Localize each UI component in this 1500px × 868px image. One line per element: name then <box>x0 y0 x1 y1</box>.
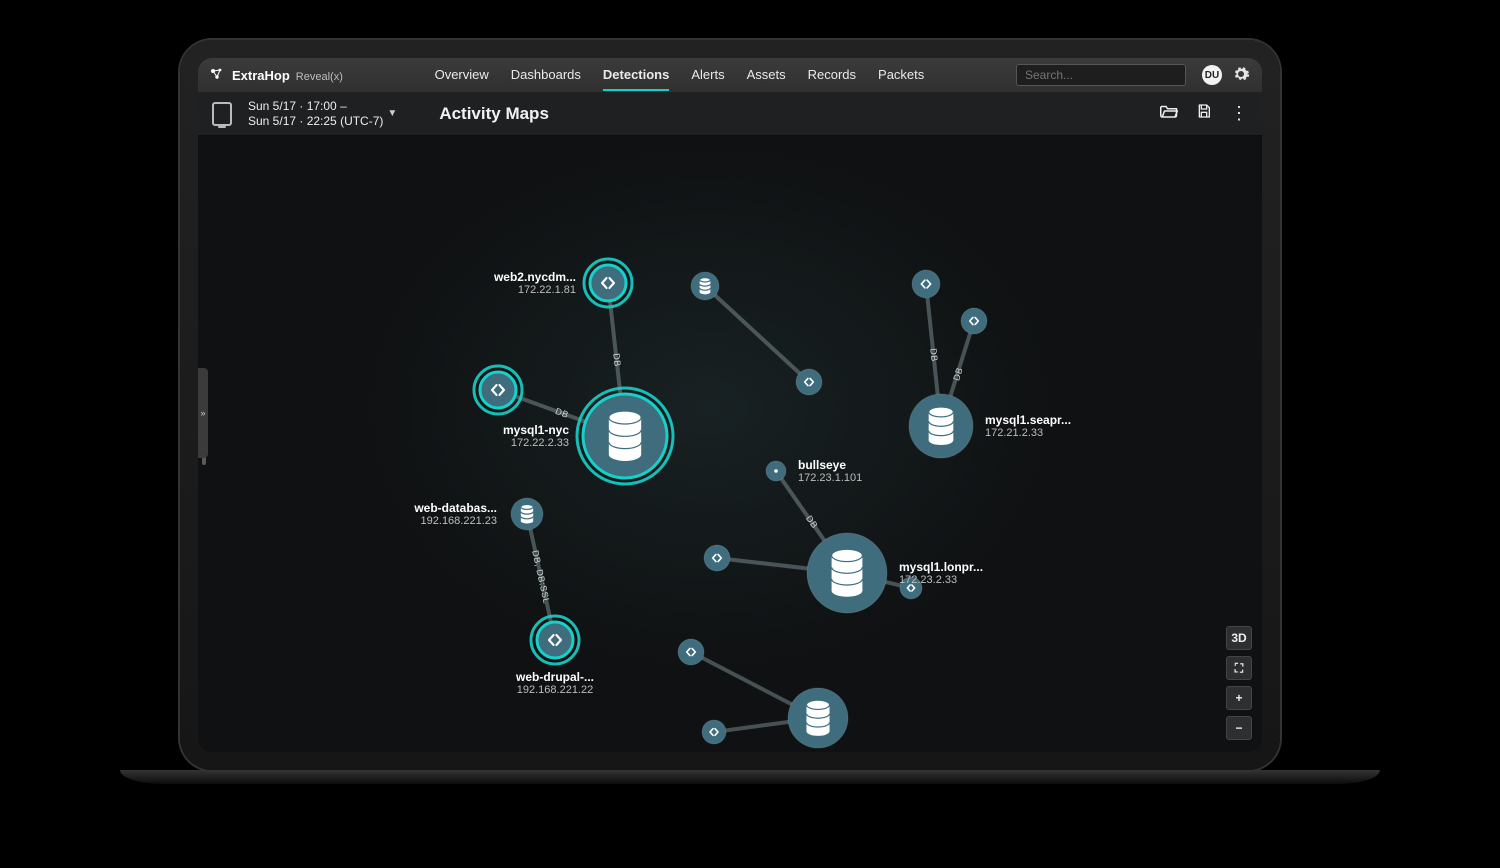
time-range-picker[interactable]: Sun 5/17 · 17:00 – Sun 5/17 · 22:25 (UTC… <box>248 99 397 128</box>
node-label-mysql1-lon: mysql1.lonpr...172.23.2.33 <box>899 560 983 586</box>
brand: ExtraHop Reveal(x) <box>210 68 343 83</box>
database-icon <box>609 411 641 461</box>
node-sea-c2[interactable] <box>961 308 987 334</box>
zoom-in-button[interactable]: + <box>1226 686 1252 710</box>
node-web2[interactable] <box>584 259 632 307</box>
brand-name: ExtraHop <box>232 68 290 83</box>
top-nav: ExtraHop Reveal(x) Overview Dashboards Det… <box>198 58 1262 92</box>
node-mysql1-sea[interactable] <box>909 394 973 458</box>
edge-label: DB <box>928 348 939 362</box>
user-badge[interactable]: DU <box>1202 65 1222 85</box>
node-sea-c1[interactable] <box>912 270 940 298</box>
time-range-line2: Sun 5/17 · 22:25 (UTC-7) <box>248 114 383 128</box>
activity-map-canvas[interactable]: » DBDBDB, DB:SSLDBDBDBmysql1-nyc172.22.2… <box>198 136 1262 752</box>
nav-detections[interactable]: Detections <box>603 59 669 91</box>
node-m1-c2[interactable] <box>702 720 726 744</box>
node-mysql1-nyc[interactable] <box>577 388 673 484</box>
gear-icon[interactable] <box>1232 65 1250 86</box>
brand-product: Reveal(x) <box>296 71 343 83</box>
node-label-mysql1-sea: mysql1.seapr...172.21.2.33 <box>985 413 1071 439</box>
node-bullseye[interactable] <box>766 461 786 481</box>
node-label-web-db: web-databas...192.168.221.23 <box>414 501 505 527</box>
zoom-out-button[interactable]: − <box>1226 716 1252 740</box>
open-folder-icon[interactable] <box>1160 103 1178 124</box>
node-label-web2: web2.nycdm...172.22.1.81 <box>494 270 584 296</box>
laptop-frame: ExtraHop Reveal(x) Overview Dashboards Det… <box>180 40 1280 770</box>
database-icon <box>521 504 533 523</box>
fullscreen-button[interactable]: ⛶ <box>1226 656 1252 680</box>
dot-icon <box>774 469 778 473</box>
graph-svg <box>198 136 1262 752</box>
database-icon <box>806 700 829 736</box>
time-range-line1: Sun 5/17 · 17:00 – <box>248 99 383 113</box>
edge-label: DB <box>611 352 622 367</box>
node-m1-c1[interactable] <box>678 639 704 665</box>
node-code-mid[interactable] <box>796 369 822 395</box>
node-mysql1-lon[interactable] <box>807 533 887 613</box>
appliance-icon[interactable] <box>212 102 232 126</box>
node-code-a[interactable] <box>474 366 522 414</box>
nav-assets[interactable]: Assets <box>747 59 786 91</box>
database-icon <box>832 549 863 597</box>
nav-packets[interactable]: Packets <box>878 59 924 91</box>
app-screen: ExtraHop Reveal(x) Overview Dashboards Det… <box>198 58 1262 752</box>
node-web-db[interactable] <box>511 498 543 530</box>
page-title: Activity Maps <box>439 104 549 124</box>
brand-logo-icon <box>210 68 226 80</box>
node-mysql1[interactable] <box>788 688 848 748</box>
search-input[interactable] <box>1016 64 1186 86</box>
nav-links: Overview Dashboards Detections Alerts Assets… <box>435 59 925 91</box>
nav-overview[interactable]: Overview <box>435 59 489 91</box>
node-label-bullseye: bullseye172.23.1.101 <box>798 458 862 484</box>
node-db-top[interactable] <box>691 272 719 300</box>
laptop-base <box>120 770 1380 784</box>
database-icon <box>700 278 711 295</box>
node-label-mysql1-nyc: mysql1-nyc172.22.2.33 <box>503 423 577 449</box>
kebab-menu-icon[interactable]: ⋮ <box>1230 110 1248 117</box>
node-label-web-drupal: web-drupal-...192.168.221.22 <box>516 670 594 696</box>
chevron-down-icon: ▼ <box>387 108 397 119</box>
nav-records[interactable]: Records <box>808 59 856 91</box>
node-code-l1[interactable] <box>704 545 730 571</box>
save-icon[interactable] <box>1196 103 1212 124</box>
sub-header: Sun 5/17 · 17:00 – Sun 5/17 · 22:25 (UTC… <box>198 92 1262 136</box>
nav-dashboards[interactable]: Dashboards <box>511 59 581 91</box>
three-d-toggle[interactable]: 3D <box>1226 626 1252 650</box>
database-icon <box>929 407 954 445</box>
nav-alerts[interactable]: Alerts <box>691 59 724 91</box>
node-web-drupal[interactable] <box>531 616 579 664</box>
